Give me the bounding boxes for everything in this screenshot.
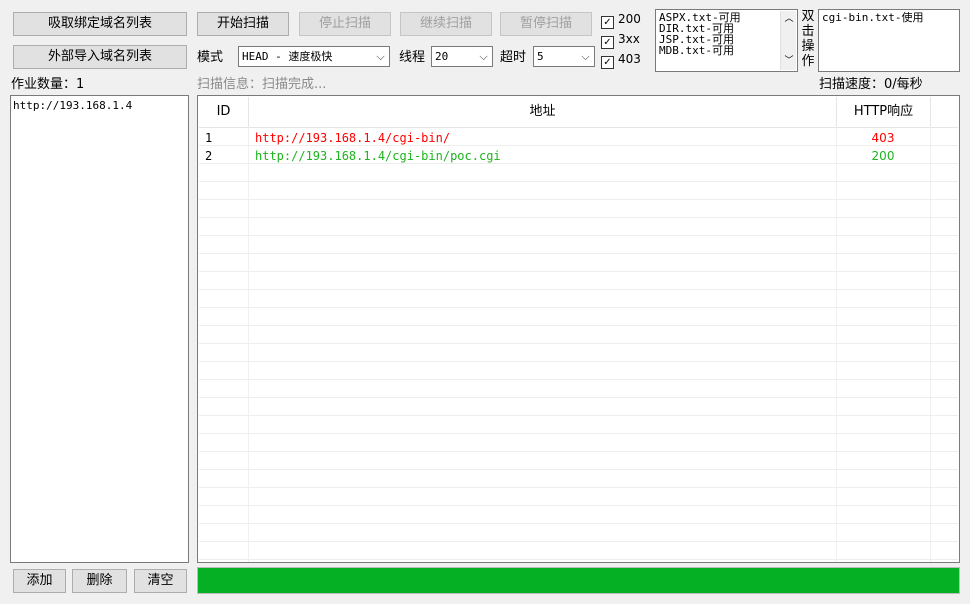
progress-bar — [197, 567, 960, 594]
chevron-down-icon: ⌵ — [581, 50, 590, 63]
filter-200-label: 200 — [618, 12, 641, 26]
domain-list[interactable]: http://193.168.1.4 — [10, 95, 189, 563]
double-click-label: 双击操作 — [801, 9, 815, 69]
selected-dictionary-list[interactable]: cgi-bin.txt-使用 — [818, 9, 960, 72]
filter-3xx-label: 3xx — [618, 32, 640, 46]
scan-speed-text: 扫描速度：0/每秒 — [819, 77, 923, 92]
resume-scan-button[interactable]: 继续扫描 — [400, 12, 492, 36]
mode-select-value: HEAD - 速度极快 — [242, 50, 333, 63]
column-header-id[interactable]: ID — [199, 97, 249, 127]
dictionary-item[interactable]: MDB.txt-可用 — [659, 45, 794, 56]
filter-200-checkbox[interactable]: ✓ 200 — [601, 12, 641, 29]
scan-info-text: 扫描信息：扫描完成... — [197, 77, 327, 92]
threads-label: 线程 — [399, 50, 426, 65]
dictionary-scrollbar[interactable]: ︿ ﹀ — [780, 11, 796, 70]
domain-list-item[interactable]: http://193.168.1.4 — [13, 99, 186, 112]
mode-label: 模式 — [197, 50, 224, 65]
results-table-header: ID 地址 HTTP响应 — [199, 97, 958, 128]
chevron-up-icon[interactable]: ︿ — [781, 15, 797, 24]
row-http-code: 200 — [871, 149, 895, 163]
stop-scan-button[interactable]: 停止扫描 — [299, 12, 391, 36]
checkmark-icon: ✓ — [601, 36, 614, 49]
column-header-url[interactable]: 地址 — [249, 97, 837, 127]
column-header-http[interactable]: HTTP响应 — [837, 97, 931, 127]
row-id: 2 — [205, 149, 213, 163]
import-domains-button[interactable]: 外部导入域名列表 — [13, 45, 187, 69]
row-url: http://193.168.1.4/cgi-bin/ — [255, 131, 451, 145]
selected-dictionary-item[interactable]: cgi-bin.txt-使用 — [822, 12, 956, 23]
start-scan-button[interactable]: 开始扫描 — [197, 12, 289, 36]
chevron-down-icon: ⌵ — [376, 50, 385, 63]
progress-fill — [198, 568, 959, 593]
timeout-select-value: 5 — [537, 50, 544, 63]
checkmark-icon: ✓ — [601, 16, 614, 29]
chevron-down-icon[interactable]: ﹀ — [781, 57, 797, 66]
filter-3xx-checkbox[interactable]: ✓ 3xx — [601, 32, 640, 49]
row-id: 1 — [205, 131, 213, 145]
add-button[interactable]: 添加 — [13, 569, 66, 593]
results-table[interactable]: ID 地址 HTTP响应 1 http://193.168.1.4/cgi-bi… — [197, 95, 960, 563]
fetch-bound-domains-button[interactable]: 吸取绑定域名列表 — [13, 12, 187, 36]
job-count-label: 作业数量：1 — [11, 77, 85, 92]
row-url: http://193.168.1.4/cgi-bin/poc.cgi — [255, 149, 501, 163]
filter-403-checkbox[interactable]: ✓ 403 — [601, 52, 641, 69]
dictionary-list[interactable]: ASPX.txt-可用 DIR.txt-可用 JSP.txt-可用 MDB.tx… — [655, 9, 798, 72]
threads-select-value: 20 — [435, 50, 449, 63]
mode-select[interactable]: HEAD - 速度极快 ⌵ — [238, 46, 390, 67]
chevron-down-icon: ⌵ — [479, 50, 488, 63]
pause-scan-button[interactable]: 暂停扫描 — [500, 12, 592, 36]
clear-button[interactable]: 清空 — [134, 569, 187, 593]
timeout-label: 超时 — [500, 50, 527, 65]
checkmark-icon: ✓ — [601, 56, 614, 69]
delete-button[interactable]: 删除 — [72, 569, 127, 593]
row-http-code: 403 — [871, 131, 895, 145]
timeout-select[interactable]: 5 ⌵ — [533, 46, 595, 67]
threads-select[interactable]: 20 ⌵ — [431, 46, 493, 67]
filter-403-label: 403 — [618, 52, 641, 66]
